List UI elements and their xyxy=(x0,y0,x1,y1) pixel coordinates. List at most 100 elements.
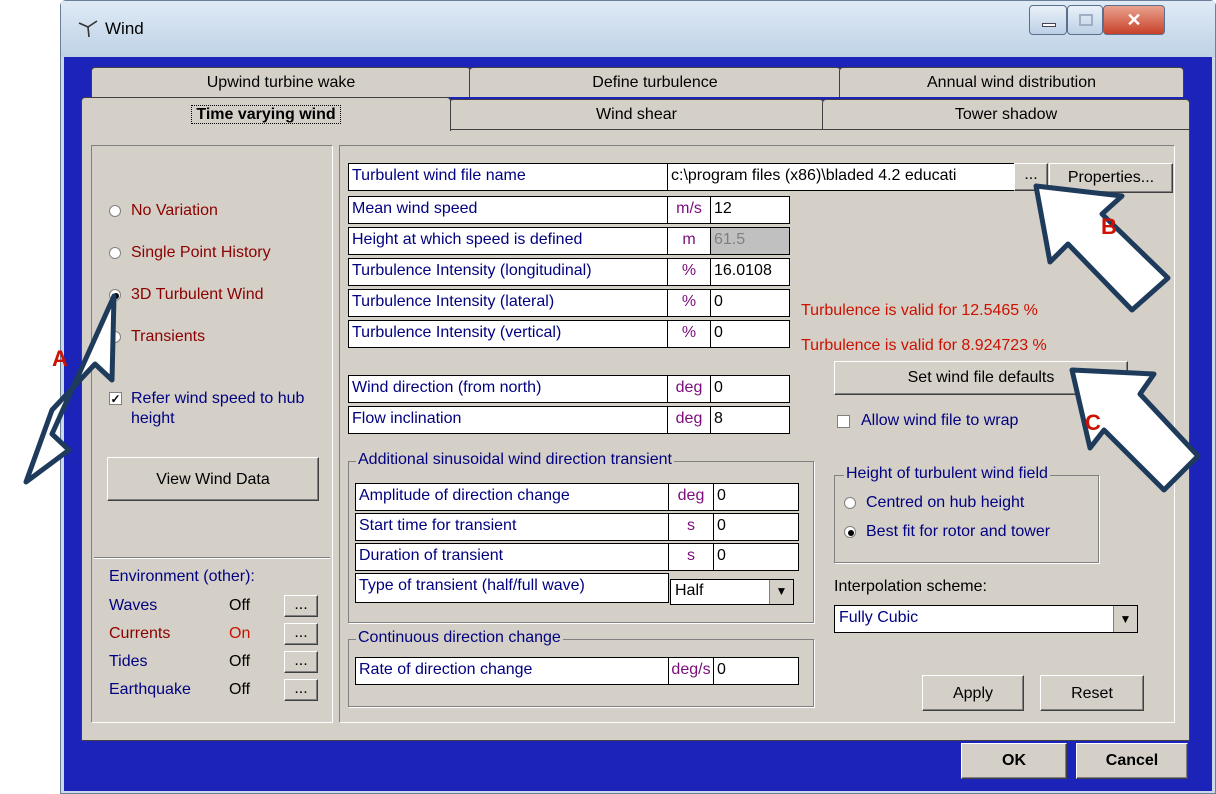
tides-button[interactable]: ... xyxy=(284,651,318,673)
flow-inclination-input[interactable]: 8 xyxy=(710,406,790,434)
start-time-unit: s xyxy=(668,513,714,541)
close-button[interactable]: ✕ xyxy=(1103,5,1165,35)
checkbox-check-icon[interactable]: ✓ xyxy=(109,392,122,405)
tab-time-varying-wind-label: Time varying wind xyxy=(191,105,341,124)
transient-group-label: Additional sinusoidal wind direction tra… xyxy=(356,451,674,469)
wind-turbine-icon xyxy=(78,20,98,38)
turbulence-vertical-input[interactable]: 0 xyxy=(710,320,790,348)
allow-wrap-box[interactable] xyxy=(837,415,850,428)
radio-no-variation-label: No Variation xyxy=(131,202,218,219)
turbulence-longitudinal-unit: % xyxy=(667,258,711,286)
radio-transients-label: Transients xyxy=(131,328,206,345)
file-name-input[interactable]: c:\program files (x86)\bladed 4.2 educat… xyxy=(667,163,1017,191)
allow-wrap-label: Allow wind file to wrap xyxy=(861,412,1019,429)
height-group-label: Height of turbulent wind field xyxy=(844,465,1050,483)
tab-upwind-turbine-wake[interactable]: Upwind turbine wake xyxy=(91,67,471,97)
radio-no-variation-button[interactable] xyxy=(109,205,121,217)
tides-value: Off xyxy=(229,653,251,670)
chevron-down-icon[interactable]: ▼ xyxy=(769,580,793,604)
height-groupbox xyxy=(834,475,1099,563)
annotation-a-label: A xyxy=(52,346,68,371)
rate-input[interactable]: 0 xyxy=(713,657,799,685)
earthquake-label: Earthquake xyxy=(109,681,191,698)
cancel-button[interactable]: Cancel xyxy=(1076,743,1188,779)
mean-wind-speed-unit: m/s xyxy=(667,196,711,224)
radio-centred-hub-label: Centred on hub height xyxy=(866,494,1025,511)
client-area: Upwind turbine wake Define turbulence An… xyxy=(64,57,1212,791)
annotation-b-label: B xyxy=(1101,214,1117,239)
radio-3d-turbulent-wind-button[interactable] xyxy=(109,289,121,301)
duration-input[interactable]: 0 xyxy=(713,543,799,571)
turbulence-lateral-unit: % xyxy=(667,289,711,317)
interpolation-select[interactable]: Fully Cubic ▼ xyxy=(834,605,1138,633)
wind-window: Wind ✕ Upwind turbine wake Define turbul… xyxy=(60,0,1216,794)
wind-direction-input[interactable]: 0 xyxy=(710,375,790,403)
duration-unit: s xyxy=(668,543,714,571)
tab-wind-shear[interactable]: Wind shear xyxy=(449,99,824,129)
start-time-input[interactable]: 0 xyxy=(713,513,799,541)
turbulence-vertical-label: Turbulence Intensity (vertical) xyxy=(348,320,668,348)
file-name-label: Turbulent wind file name xyxy=(348,163,668,191)
continuous-group-label: Continuous direction change xyxy=(356,629,563,647)
reset-button[interactable]: Reset xyxy=(1040,675,1144,711)
window-title: Wind xyxy=(105,19,144,38)
turbulence-lateral-label: Turbulence Intensity (lateral) xyxy=(348,289,668,317)
radio-single-point-history-label: Single Point History xyxy=(131,244,271,261)
minimize-button[interactable] xyxy=(1029,5,1067,35)
radio-centred-hub-button[interactable] xyxy=(844,497,856,509)
wind-direction-label: Wind direction (from north) xyxy=(348,375,668,403)
refer-wind-speed-label: Refer wind speed to hub height xyxy=(131,390,305,427)
earthquake-button[interactable]: ... xyxy=(284,679,318,701)
maximize-button[interactable] xyxy=(1067,5,1103,35)
amplitude-unit: deg xyxy=(668,483,714,511)
title-bar: Wind ✕ xyxy=(61,1,1215,57)
duration-label: Duration of transient xyxy=(355,543,669,571)
earthquake-value: Off xyxy=(229,681,251,698)
wind-direction-unit: deg xyxy=(667,375,711,403)
turbulence-longitudinal-input[interactable]: 16.0108 xyxy=(710,258,790,286)
apply-button[interactable]: Apply xyxy=(922,675,1024,711)
amplitude-label: Amplitude of direction change xyxy=(355,483,669,511)
waves-label: Waves xyxy=(109,597,158,614)
view-wind-data-button[interactable]: View Wind Data xyxy=(107,457,319,501)
transient-type-select[interactable]: Half ▼ xyxy=(670,579,794,605)
set-wind-file-defaults-button[interactable]: Set wind file defaults xyxy=(834,361,1128,395)
minimize-icon xyxy=(1042,23,1056,27)
browse-file-button[interactable]: ... xyxy=(1014,163,1048,191)
ok-button[interactable]: OK xyxy=(961,743,1067,779)
mean-wind-speed-label: Mean wind speed xyxy=(348,196,668,224)
height-defined-label: Height at which speed is defined xyxy=(348,227,668,255)
maximize-icon xyxy=(1079,14,1093,26)
tab-define-turbulence[interactable]: Define turbulence xyxy=(469,67,841,97)
turbulence-lateral-input[interactable]: 0 xyxy=(710,289,790,317)
waves-value: Off xyxy=(229,597,251,614)
interpolation-label: Interpolation scheme: xyxy=(834,578,987,595)
transient-type-value: Half xyxy=(675,582,704,599)
tab-time-varying-wind[interactable]: Time varying wind xyxy=(81,97,451,131)
currents-button[interactable]: ... xyxy=(284,623,318,645)
chevron-down-icon[interactable]: ▼ xyxy=(1113,606,1137,632)
tides-label: Tides xyxy=(109,653,148,670)
height-defined-unit: m xyxy=(667,227,711,255)
height-defined-input[interactable]: 61.5 xyxy=(710,227,790,255)
tab-annual-wind-distribution[interactable]: Annual wind distribution xyxy=(839,67,1184,97)
interpolation-value: Fully Cubic xyxy=(839,609,919,626)
turbulence-vertical-unit: % xyxy=(667,320,711,348)
tab-tower-shadow[interactable]: Tower shadow xyxy=(822,99,1190,129)
amplitude-input[interactable]: 0 xyxy=(713,483,799,511)
flow-inclination-unit: deg xyxy=(667,406,711,434)
properties-button[interactable]: Properties... xyxy=(1049,163,1173,193)
radio-best-fit-button[interactable] xyxy=(844,526,856,538)
mean-wind-speed-input[interactable]: 12 xyxy=(710,196,790,224)
divider xyxy=(94,557,330,559)
rate-label: Rate of direction change xyxy=(355,657,669,685)
currents-value: On xyxy=(229,625,251,642)
waves-button[interactable]: ... xyxy=(284,595,318,617)
radio-transients-button[interactable] xyxy=(109,331,121,343)
radio-single-point-history-button[interactable] xyxy=(109,247,121,259)
rate-unit: deg/s xyxy=(668,657,714,685)
start-time-label: Start time for transient xyxy=(355,513,669,541)
turbulence-valid-lateral: Turbulence is valid for 12.5465 % xyxy=(801,302,1038,319)
radio-best-fit-label: Best fit for rotor and tower xyxy=(866,523,1051,540)
turbulence-valid-vertical: Turbulence is valid for 8.924723 % xyxy=(801,337,1047,354)
